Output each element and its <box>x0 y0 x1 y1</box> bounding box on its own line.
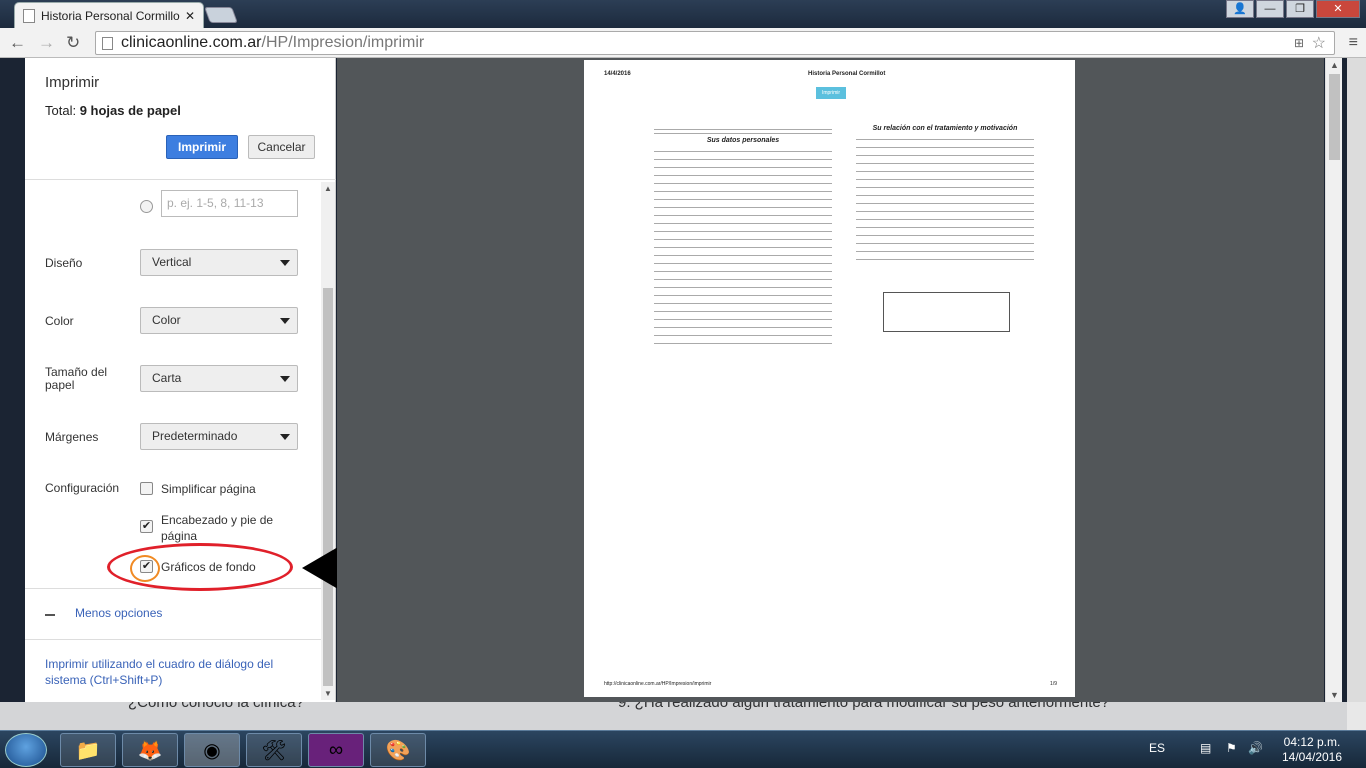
user-icon[interactable]: 👤 <box>1226 0 1254 18</box>
simplify-label: Simplificar página <box>161 482 256 496</box>
paper-size-select[interactable]: Carta <box>140 365 298 392</box>
sidebar-scrollbar[interactable]: ▲ ▼ <box>321 182 335 700</box>
scroll-up-icon[interactable]: ▲ <box>324 184 332 193</box>
taskbar: 📁 🦊 ◉ 🛠 ∞ 🎨 ES ▤ ⚑ 🔊 04:12 p.m. 14/04/20… <box>0 730 1366 768</box>
close-window-button[interactable]: ✕ <box>1316 0 1360 18</box>
pages-input[interactable]: p. ej. 1-5, 8, 11-13 <box>161 190 298 217</box>
total-label: Total: <box>45 103 80 118</box>
preview-print-button: Imprimir <box>816 87 846 99</box>
headers-checkbox[interactable]: ✔ <box>140 520 153 533</box>
preview-right-heading: Su relación con el tratamiento y motivac… <box>872 125 1018 132</box>
collapse-icon <box>45 614 55 616</box>
sidebar-scroll-thumb[interactable] <box>323 288 333 686</box>
back-icon[interactable]: ← <box>9 33 26 53</box>
cancel-button[interactable]: Cancelar <box>248 135 315 159</box>
chrome-icon[interactable]: ◉ <box>184 733 240 767</box>
visual-studio-icon[interactable]: ∞ <box>308 733 364 767</box>
language-indicator[interactable]: ES <box>1149 741 1165 755</box>
less-options-label: Menos opciones <box>75 606 163 620</box>
preview-date: 14/4/2016 <box>604 71 631 77</box>
page-icon <box>102 36 113 50</box>
preview-page-number: 1/9 <box>1050 681 1057 687</box>
url-path: /HP/Impresion/imprimir <box>261 34 425 51</box>
url-domain: clinicaonline.com.ar <box>121 34 262 51</box>
scroll-up-icon[interactable]: ▲ <box>1330 60 1339 70</box>
preview-scrollbar[interactable]: ▲ ▼ <box>1325 58 1342 702</box>
page-count: Total: 9 hojas de papel <box>45 103 181 118</box>
reload-icon[interactable]: ↻ <box>66 33 80 53</box>
menu-icon[interactable]: ≡ <box>1349 34 1358 52</box>
flag-icon[interactable]: ⚑ <box>1226 741 1237 755</box>
simplify-checkbox[interactable] <box>140 482 153 495</box>
less-options[interactable]: Menos opciones <box>25 588 321 640</box>
translate-icon[interactable]: ⊞ <box>1294 36 1304 50</box>
volume-icon[interactable]: 🔊 <box>1248 741 1263 755</box>
preview-left-heading: Sus datos personales <box>706 137 780 144</box>
total-value: 9 hojas de papel <box>79 103 181 118</box>
preview-title: Historia Personal Cormillot <box>808 71 886 77</box>
new-tab-button[interactable] <box>204 7 238 23</box>
paper-size-label: Tamaño del papel <box>45 365 108 392</box>
paint-icon[interactable]: 🎨 <box>370 733 426 767</box>
page-icon <box>23 8 35 23</box>
tools-icon[interactable]: 🛠 <box>246 733 302 767</box>
forward-icon[interactable]: → <box>38 33 55 53</box>
preview-left-column: Sus datos personales <box>654 122 832 344</box>
tab-title: Historia Personal Cormillo <box>41 8 180 23</box>
maximize-button[interactable]: ❐ <box>1286 0 1314 18</box>
firefox-icon[interactable]: 🦊 <box>122 733 178 767</box>
pages-radio[interactable] <box>140 200 153 213</box>
print-title: Imprimir <box>45 74 100 91</box>
preview-page: 14/4/2016 Historia Personal Cormillot Im… <box>584 60 1075 697</box>
background-page-strip: ¿Cómo conoció la clínica? 9. ¿Ha realiza… <box>0 702 1366 730</box>
start-button[interactable] <box>5 733 47 767</box>
file-explorer-icon[interactable]: 📁 <box>60 733 116 767</box>
margins-select[interactable]: Predeterminado <box>140 423 298 450</box>
headers-label: Encabezado y pie de página <box>161 513 274 543</box>
window-controls: 👤 — ❐ ✕ <box>1226 0 1360 18</box>
preview-right-column: Su relación con el tratamiento y motivac… <box>856 122 1034 260</box>
minimize-button[interactable]: — <box>1256 0 1284 18</box>
print-button[interactable]: Imprimir <box>166 135 238 159</box>
url-input[interactable]: clinicaonline.com.ar/HP/Impresion/imprim… <box>95 31 1335 55</box>
preview-scroll-thumb[interactable] <box>1329 74 1340 160</box>
star-icon[interactable]: ☆ <box>1312 33 1326 53</box>
margins-label: Márgenes <box>45 430 99 444</box>
layout-select[interactable]: Vertical <box>140 249 298 276</box>
clock-date: 14/04/2016 <box>1281 750 1343 764</box>
print-header: Imprimir Total: 9 hojas de papel Imprimi… <box>25 58 336 180</box>
scroll-down-icon[interactable]: ▼ <box>1330 690 1339 700</box>
preview-footer-url: http://clinicaonline.com.ar/HP/Impresion… <box>604 681 712 687</box>
print-sidebar: Imprimir Total: 9 hojas de papel Imprimi… <box>25 58 336 702</box>
address-bar: ← → ↻ clinicaonline.com.ar/HP/Impresion/… <box>0 28 1366 58</box>
browser-titlebar: Historia Personal Cormillo ✕ 👤 — ❐ ✕ <box>0 0 1366 28</box>
options-label: Configuración <box>45 481 120 495</box>
browser-tab[interactable]: Historia Personal Cormillo ✕ <box>14 2 204 28</box>
system-dialog-link[interactable]: Imprimir utilizando el cuadro de diálogo… <box>45 656 295 688</box>
clock[interactable]: 04:12 p.m. 14/04/2016 <box>1278 735 1346 765</box>
close-icon[interactable]: ✕ <box>185 9 195 23</box>
network-icon[interactable]: ▤ <box>1200 741 1211 755</box>
page-scrollbar[interactable] <box>1347 58 1366 730</box>
layout-label: Diseño <box>45 256 83 270</box>
background-right-text: 9. ¿Ha realizado algún tratamiento para … <box>618 702 1110 711</box>
color-label: Color <box>45 314 74 328</box>
preview-table <box>883 292 1010 332</box>
highlight-circle <box>130 555 160 582</box>
background-left-text: ¿Cómo conoció la clínica? <box>128 702 304 711</box>
scroll-down-icon[interactable]: ▼ <box>324 689 332 698</box>
clock-time: 04:12 p.m. <box>1283 735 1341 749</box>
color-select[interactable]: Color <box>140 307 298 334</box>
